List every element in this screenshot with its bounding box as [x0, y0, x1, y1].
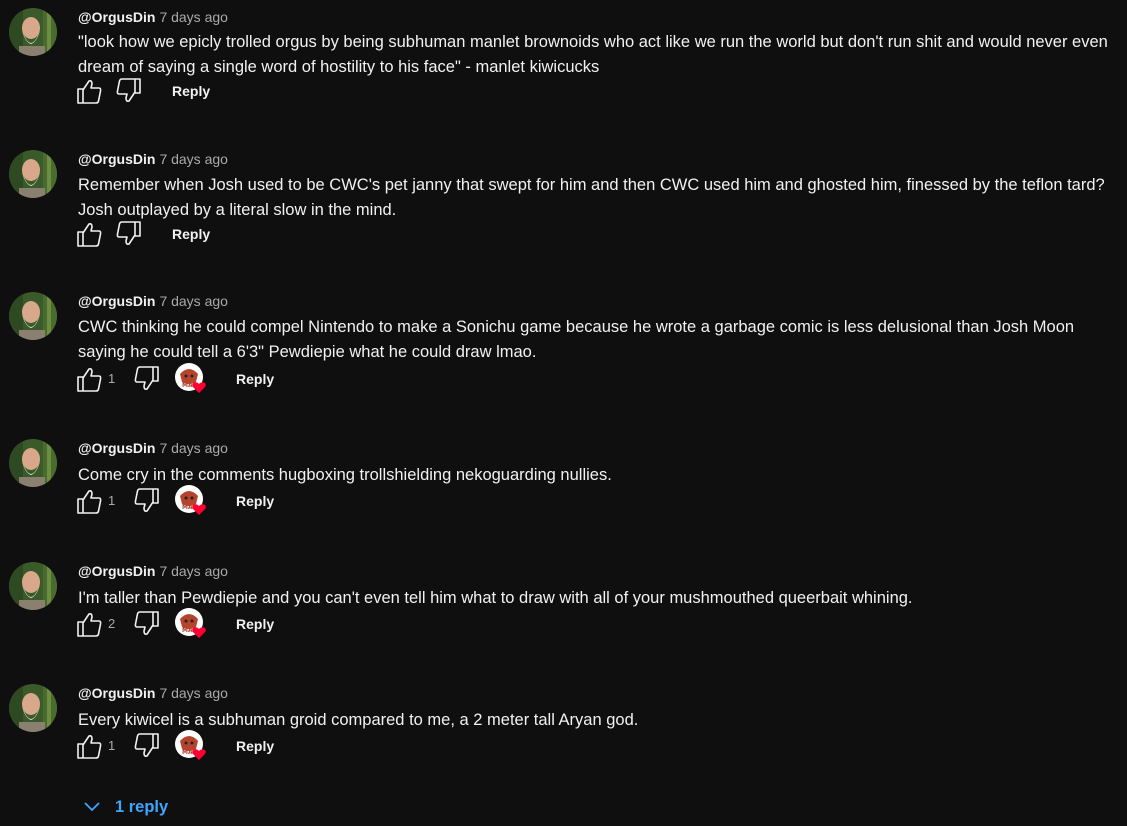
thumbs-up-icon: [74, 731, 104, 761]
comment-header: @OrgusDin 7 days ago: [78, 292, 228, 310]
dislike-button[interactable]: [114, 76, 144, 106]
creator-heart-icon: MA: [174, 484, 208, 518]
comment-header: @OrgusDin 7 days ago: [78, 684, 228, 702]
author-avatar[interactable]: [9, 684, 57, 732]
comment-text: CWC thinking he could compel Nintendo to…: [78, 318, 1075, 361]
comment-text: Come cry in the comments hugboxing troll…: [78, 466, 612, 484]
thumbs-down-icon: [132, 486, 162, 516]
thumbs-up-icon: [74, 76, 104, 106]
creator-heart-icon: MA: [174, 607, 208, 641]
thumbs-down-icon: [132, 609, 162, 639]
thumbs-down-icon: [114, 76, 144, 106]
comment-timestamp[interactable]: 7 days ago: [159, 685, 228, 701]
comment-text: "look how we epicly trolled orgus by bei…: [78, 33, 1108, 76]
reply-button[interactable]: Reply: [236, 369, 274, 389]
like-button[interactable]: [74, 731, 104, 761]
thumbs-down-icon: [114, 219, 144, 249]
creator-heart-icon: MA: [174, 729, 208, 763]
like-button[interactable]: [74, 76, 104, 106]
author-name[interactable]: @OrgusDin: [78, 293, 155, 309]
comment-item: @OrgusDin 7 days ago "look how we epicly t…: [0, 8, 1127, 125]
like-button[interactable]: [74, 609, 104, 639]
author-avatar[interactable]: [9, 439, 57, 487]
comment-timestamp[interactable]: 7 days ago: [159, 293, 228, 309]
comment-header: @OrgusDin 7 days ago: [78, 150, 228, 168]
comment-header: @OrgusDin 7 days ago: [78, 562, 228, 580]
svg-text:MA: MA: [182, 749, 193, 756]
author-avatar[interactable]: [9, 562, 57, 610]
author-avatar[interactable]: [9, 292, 57, 340]
dislike-button[interactable]: [132, 486, 162, 516]
like-count: 1: [108, 493, 116, 508]
thumbs-up-icon: [74, 364, 104, 394]
reply-button[interactable]: Reply: [236, 614, 274, 634]
thumbs-up-icon: [74, 219, 104, 249]
comment-timestamp[interactable]: 7 days ago: [159, 563, 228, 579]
reply-button[interactable]: Reply: [236, 491, 274, 511]
comment-text: I'm taller than Pewdiepie and you can't …: [78, 589, 913, 607]
reply-button[interactable]: Reply: [172, 224, 210, 244]
dislike-button[interactable]: [114, 219, 144, 249]
author-name[interactable]: @OrgusDin: [78, 9, 155, 25]
reply-button[interactable]: Reply: [172, 81, 210, 101]
chevron-down-icon: [84, 802, 100, 812]
comment-text: Every kiwicel is a subhuman groid compar…: [78, 711, 639, 729]
author-name[interactable]: @OrgusDin: [78, 563, 155, 579]
like-count: 1: [108, 371, 116, 386]
comment-header: @OrgusDin 7 days ago: [78, 439, 228, 457]
dislike-button[interactable]: [132, 731, 162, 761]
like-button[interactable]: [74, 364, 104, 394]
author-name[interactable]: @OrgusDin: [78, 440, 155, 456]
like-button[interactable]: [74, 219, 104, 249]
dislike-button[interactable]: [132, 609, 162, 639]
view-replies-label: 1 reply: [115, 798, 169, 816]
comment-timestamp[interactable]: 7 days ago: [159, 440, 228, 456]
author-name[interactable]: @OrgusDin: [78, 151, 155, 167]
svg-text:MA: MA: [182, 382, 193, 389]
author-avatar[interactable]: [9, 8, 57, 56]
creator-heart-icon: MA: [174, 362, 208, 396]
comment-item: @OrgusDin 7 days ago CWC thinking he could…: [0, 292, 1127, 413]
svg-text:MA: MA: [182, 627, 193, 634]
thumbs-up-icon: [74, 609, 104, 639]
svg-text:MA: MA: [182, 504, 193, 511]
like-button[interactable]: [74, 486, 104, 516]
comment-timestamp[interactable]: 7 days ago: [159, 151, 228, 167]
like-count: 2: [108, 616, 116, 631]
dislike-button[interactable]: [132, 364, 162, 394]
comment-header: @OrgusDin 7 days ago: [78, 8, 228, 26]
comment-item: @OrgusDin 7 days ago Every kiwicel is a su…: [0, 684, 1127, 780]
comment-item: @OrgusDin 7 days ago Come cry in the comme…: [0, 439, 1127, 535]
comment-item: @OrgusDin 7 days ago I'm taller than Pewdi…: [0, 562, 1127, 658]
thumbs-down-icon: [132, 731, 162, 761]
comment-timestamp[interactable]: 7 days ago: [159, 9, 228, 25]
author-avatar[interactable]: [9, 150, 57, 198]
comment-text: Remember when Josh used to be CWC's pet …: [78, 176, 1105, 219]
comment-item: @OrgusDin 7 days ago Remember when Josh us…: [0, 150, 1127, 268]
reply-button[interactable]: Reply: [236, 736, 274, 756]
like-count: 1: [108, 738, 116, 753]
author-name[interactable]: @OrgusDin: [78, 685, 155, 701]
thumbs-up-icon: [74, 486, 104, 516]
thumbs-down-icon: [132, 364, 162, 394]
